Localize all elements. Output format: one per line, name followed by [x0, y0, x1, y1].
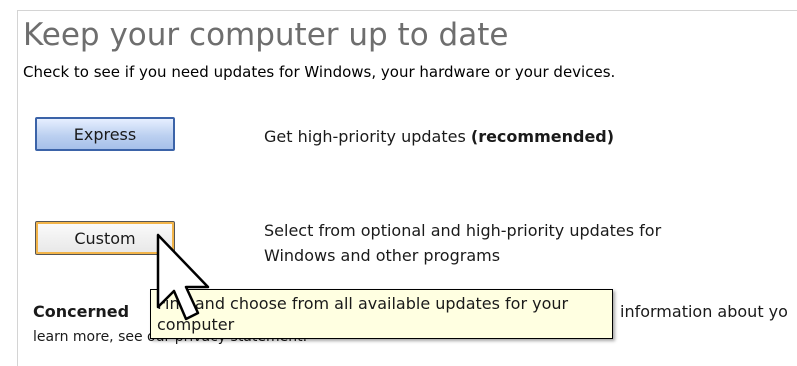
arrow-cursor-icon [156, 233, 210, 321]
privacy-info-text: information about yo [620, 302, 788, 321]
panel-top-border [17, 10, 797, 11]
custom-description: Select from optional and high-priority u… [264, 221, 662, 265]
express-button[interactable]: Express [35, 117, 175, 151]
privacy-concerned-heading: Concerned [33, 302, 129, 321]
concerned-label: Concerned [33, 302, 130, 321]
express-description-text: Get high-priority updates [264, 127, 471, 146]
express-description: Get high-priority updates (recommended) [264, 124, 614, 149]
page-title: Keep your computer up to date [23, 17, 509, 53]
panel-left-border [17, 10, 18, 366]
express-recommended-label: (recommended) [470, 127, 615, 146]
page-subtitle: Check to see if you need updates for Win… [23, 63, 616, 81]
windows-update-panel: Keep your computer up to date Check to s… [0, 0, 797, 366]
